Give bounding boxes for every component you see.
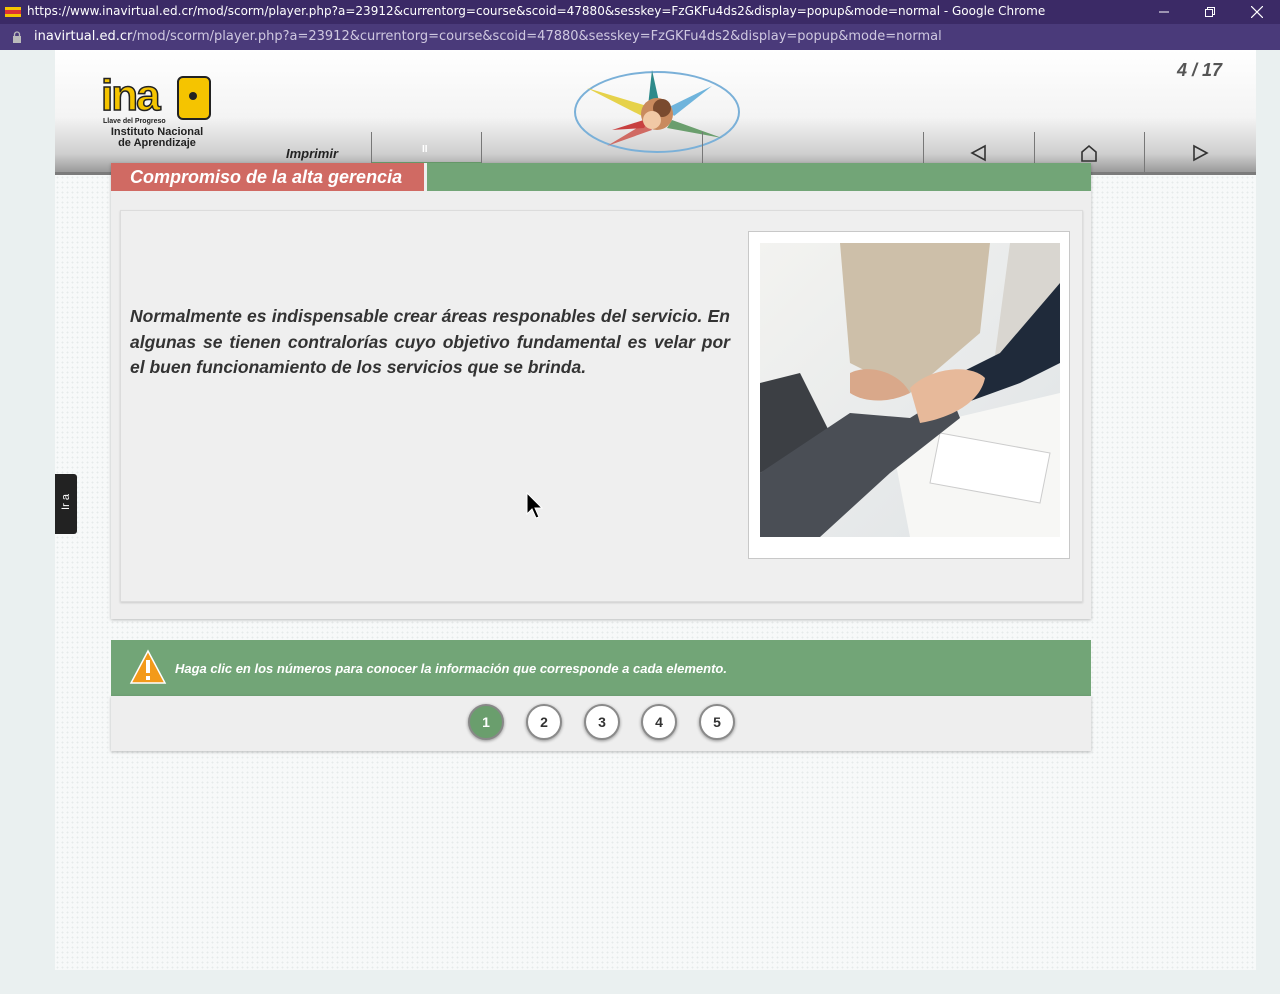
slide-panel: Compromiso de la alta gerencia Normalmen…: [111, 163, 1091, 619]
minimize-icon: [1159, 11, 1169, 13]
site-favicon-icon: [5, 7, 21, 17]
url-host: inavirtual.ed.cr: [34, 29, 133, 44]
pager-button-2[interactable]: 2: [526, 704, 562, 740]
next-button[interactable]: [1144, 132, 1257, 172]
home-icon: [1081, 144, 1097, 162]
number-pager: 1 2 3 4 5: [111, 696, 1091, 751]
print-button[interactable]: Imprimir: [286, 146, 338, 161]
goto-side-tab[interactable]: Ir a: [55, 474, 77, 534]
address-bar[interactable]: inavirtual.ed.cr/mod/scorm/player.php?a=…: [0, 24, 1280, 50]
instruction-text: Haga clic en los números para conocer la…: [175, 661, 727, 676]
logo-key-icon: [177, 76, 211, 120]
goto-side-tab-label: Ir a: [59, 494, 72, 510]
url-text[interactable]: inavirtual.ed.cr/mod/scorm/player.php?a=…: [34, 29, 942, 44]
pause-icon: II: [422, 144, 428, 155]
slide-content: Normalmente es indispensable crear áreas…: [120, 210, 1083, 602]
logo-slogan: Llave del Progreso: [103, 118, 166, 125]
browser-title-bar: https://www.inavirtual.ed.cr/mod/scorm/p…: [0, 0, 1280, 24]
instruction-bar: Haga clic en los números para conocer la…: [111, 640, 1091, 696]
handshake-image: [760, 243, 1060, 537]
url-path: /mod/scorm/player.php?a=23912&currentorg…: [132, 29, 942, 44]
minimize-button[interactable]: [1141, 0, 1187, 24]
close-icon: [1251, 6, 1263, 18]
pager-button-1[interactable]: 1: [468, 704, 504, 740]
next-icon: [1193, 144, 1209, 162]
close-button[interactable]: [1234, 0, 1280, 24]
window-title: https://www.inavirtual.ed.cr/mod/scorm/p…: [27, 4, 1046, 18]
page-counter: 4 / 17: [1176, 60, 1222, 80]
mouse-cursor-icon: [526, 492, 544, 519]
pager-button-3[interactable]: 3: [584, 704, 620, 740]
logo-wordmark: ina: [100, 71, 161, 120]
pager-button-4[interactable]: 4: [641, 704, 677, 740]
slide-body-text: Normalmente es indispensable crear áreas…: [130, 306, 730, 377]
prev-icon: [970, 144, 986, 162]
restore-icon: [1205, 7, 1215, 17]
lock-icon: [13, 31, 21, 43]
slide-title: Compromiso de la alta gerencia: [111, 163, 424, 191]
slide-title-bar: [427, 163, 1091, 191]
restore-button[interactable]: [1187, 0, 1233, 24]
pager-button-5[interactable]: 5: [699, 704, 735, 740]
slide-photo-frame: [748, 231, 1070, 559]
warning-icon: [129, 649, 167, 684]
course-header: ina Llave del Progreso Instituto Naciona…: [55, 50, 1256, 175]
